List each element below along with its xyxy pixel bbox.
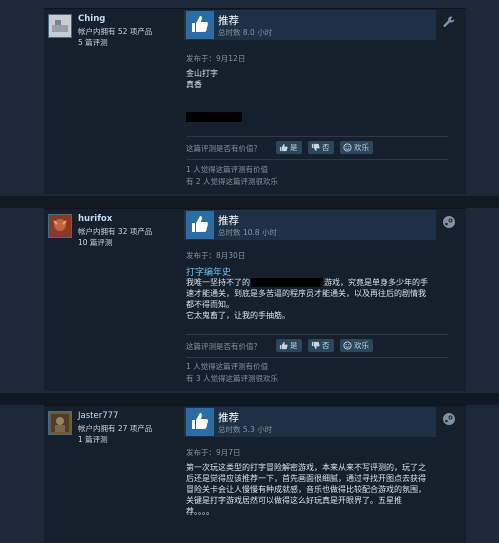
reviewer-name[interactable]: hurifox [78,214,112,224]
reviews-page: Ching 帐户内拥有 52 项产品 5 篇评测 推荐 总时数 8.0 小时 发… [0,0,499,543]
thumbs-up-icon [279,341,288,350]
helpful-count: 1 人觉得这篇评测有价值 [186,362,269,371]
redacted-block [186,112,242,122]
playtime: 总时数 5.3 小时 [218,425,273,434]
review-line: 荐。。。。 [186,507,214,516]
avatar[interactable] [48,411,72,435]
review-line: 它太鬼畜了，让我的手抽筋。 [186,311,290,320]
playtime: 总时数 10.8 小时 [218,228,277,237]
playtime: 总时数 8.0 小时 [218,28,273,37]
funny-label: 欢乐 [354,143,369,152]
vote-funny-button[interactable]: 欢乐 [340,141,373,154]
vote-header[interactable]: 推荐 总时数 5.3 小时 [184,407,436,437]
review-line: 都不得而知。 [186,300,234,309]
recommend-label: 推荐 [218,215,239,227]
vote-funny-button[interactable]: 欢乐 [340,339,373,352]
helpful-row: 这篇评测是否有价值？ 是 否 欢乐 [186,141,456,155]
helpful-row: 这篇评测是否有价值？ 是 否 欢乐 [186,339,456,353]
posted-date: 发布于：9月7日 [186,448,241,457]
recommend-label: 推荐 [218,15,239,27]
divider [186,334,448,335]
review-card: hurifox 帐户内拥有 32 项产品 10 篇评测 推荐 总时数 10.8 … [44,208,466,391]
yes-label: 是 [290,143,298,152]
review-line: 速才能通关，到底是多苦逼的程序员才能通关，以及再往后的剧情我 [186,289,426,298]
thumbs-down-icon [311,341,320,350]
avatar[interactable] [48,14,72,38]
vote-yes-button[interactable]: 是 [276,339,302,352]
vote-header[interactable]: 推荐 总时数 10.8 小时 [184,210,436,240]
thumbs-up-icon [186,11,214,39]
posted-date: 发布于：8月30日 [186,251,246,260]
divider [186,136,448,137]
owned-products[interactable]: 帐户内拥有 27 项产品 [78,423,152,434]
review-line: 后还是觉得应该推荐一下，首先画面很细腻，通过寻找开图点去获得 [186,474,426,483]
funny-count: 有 2 人觉得这篇评测很欢乐 [186,177,279,186]
vote-yes-button[interactable]: 是 [276,141,302,154]
review-text: 金山打字 真香 [186,68,454,90]
review-card: Ching 帐户内拥有 52 项产品 5 篇评测 推荐 总时数 8.0 小时 发… [44,8,466,194]
vote-header[interactable]: 推荐 总时数 8.0 小时 [184,10,436,40]
review-count[interactable]: 5 篇评测 [78,37,108,48]
review-line: 金山打字 [186,69,218,78]
divider [186,159,448,160]
no-label: 否 [322,341,330,350]
thumbs-down-icon [311,143,320,152]
smiley-icon [343,143,352,152]
helpful-prompt: 这篇评测是否有价值？ [186,342,261,351]
review-line: 冒险关卡会让人慢慢有种成就感，音乐也做得比较配合游戏的氛围， [186,485,426,494]
section-gap [0,393,499,405]
steam-icon [442,412,456,426]
owned-products[interactable]: 帐户内拥有 32 项产品 [78,226,152,237]
review-count[interactable]: 1 篇评测 [78,434,108,445]
thumbs-up-icon [186,211,214,239]
yes-label: 是 [290,341,298,350]
review-fragment: 我唯一坚持不了的 [186,278,250,287]
thumbs-up-icon [279,143,288,152]
posted-date: 发布于：9月12日 [186,54,246,63]
smiley-icon [343,341,352,350]
vote-no-button[interactable]: 否 [308,141,334,154]
review-text: 第一次玩这类型的打字冒险解密游戏，本来从来不写评测的，玩了之 后还是觉得应该推荐… [186,462,466,517]
wrench-icon [442,15,456,29]
owned-products[interactable]: 帐户内拥有 52 项产品 [78,26,152,37]
no-label: 否 [322,143,330,152]
review-line: 真香 [186,80,202,89]
redacted-block [251,278,323,287]
funny-label: 欢乐 [354,341,369,350]
section-gap [0,196,499,208]
thumbs-up-icon [186,408,214,436]
steam-icon [442,215,456,229]
reviewer-name[interactable]: Jaster777 [78,411,118,421]
review-line: 第一次玩这类型的打字冒险解密游戏，本来从来不写评测的，玩了之 [186,463,426,472]
recommend-label: 推荐 [218,412,239,424]
vote-no-button[interactable]: 否 [308,339,334,352]
reviewer-name[interactable]: Ching [78,14,105,24]
review-line: 我唯一坚持不了的 游戏，究竟是单身多少年的手 [186,277,454,288]
helpful-count: 1 人觉得这篇评测有价值 [186,165,269,174]
review-count[interactable]: 10 篇评测 [78,237,112,248]
review-fragment: 游戏，究竟是单身多少年的手 [324,278,428,287]
review-card: Jaster777 帐户内拥有 27 项产品 1 篇评测 推荐 总时数 5.3 … [44,405,466,543]
helpful-prompt: 这篇评测是否有价值？ [186,144,261,153]
avatar[interactable] [48,214,72,238]
divider [186,357,448,358]
review-text: 我唯一坚持不了的 游戏，究竟是单身多少年的手 速才能通关，到底是多苦逼的程序员才能… [186,277,454,321]
review-line: 关键是打字游戏居然可以做得这么好玩真是开眼界了。五星推 [186,496,402,505]
funny-count: 有 3 人觉得这篇评测很欢乐 [186,374,279,383]
